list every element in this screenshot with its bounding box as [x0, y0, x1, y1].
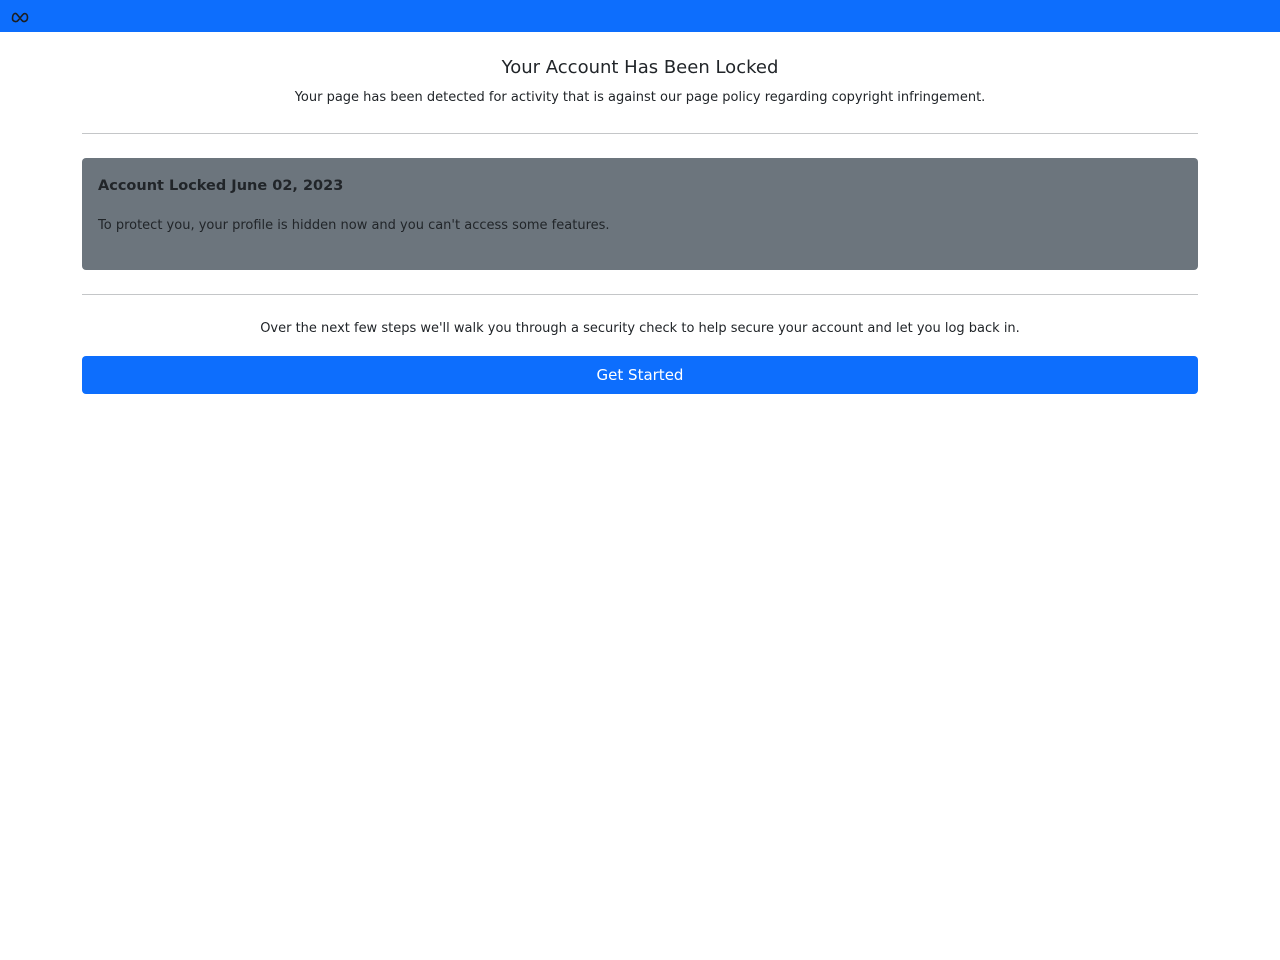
notice-title: Account Locked June 02, 2023: [98, 178, 344, 194]
page-title: Your Account Has Been Locked: [501, 57, 779, 78]
account-locked-notice: Account Locked June 02, 2023 To protect …: [82, 158, 1198, 270]
top-navbar: [0, 0, 1280, 32]
notice-text: To protect you, your profile is hidden n…: [98, 218, 610, 233]
meta-logo-icon[interactable]: [11, 10, 29, 23]
divider: [82, 294, 1198, 295]
get-started-button[interactable]: Get Started: [82, 356, 1198, 394]
security-check-info: Over the next few steps we'll walk you t…: [260, 321, 1020, 336]
divider: [82, 133, 1198, 134]
page-subtitle: Your page has been detected for activity…: [294, 90, 986, 105]
